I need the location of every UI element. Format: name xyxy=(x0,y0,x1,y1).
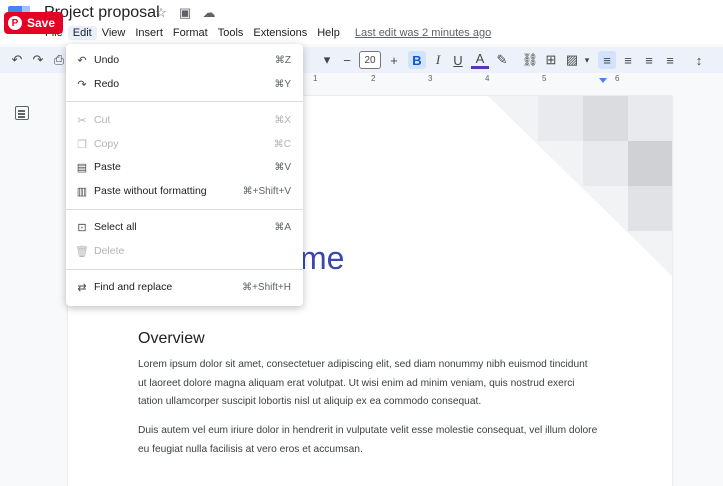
justify-icon[interactable]: ≡ xyxy=(661,51,679,69)
folder-move-icon[interactable]: ▣ xyxy=(178,5,192,21)
menu-item-shortcut: ⌘Y xyxy=(274,78,291,90)
menu-item-label: Cut xyxy=(94,114,111,126)
align-left-icon[interactable]: ≡ xyxy=(598,51,616,69)
menu-divider xyxy=(66,209,303,210)
document-outline-icon[interactable] xyxy=(15,106,29,120)
menu-item-paste-without-formatting[interactable]: ▥ Paste without formatting ⌘+Shift+V xyxy=(66,180,303,202)
menu-format[interactable]: Format xyxy=(168,26,213,40)
increase-font-size-button[interactable]: + xyxy=(385,51,403,69)
menu-item-label: Redo xyxy=(94,78,120,90)
menu-item-undo[interactable]: ↶ Undo ⌘Z xyxy=(66,49,303,71)
trash-icon: 🗑 xyxy=(75,245,89,258)
menu-item-shortcut: ⌘A xyxy=(274,221,291,233)
align-right-icon[interactable]: ≡ xyxy=(640,51,658,69)
paragraph-1: Lorem ipsum dolor sit amet, consectetuer… xyxy=(138,359,588,407)
menu-extensions[interactable]: Extensions xyxy=(248,26,312,40)
menu-item-shortcut: ⌘+Shift+H xyxy=(242,281,291,293)
menu-item-label: Paste xyxy=(94,161,121,173)
scissors-icon: ✂ xyxy=(77,114,87,127)
image-dropdown-icon[interactable]: ▾ xyxy=(578,51,596,69)
comment-icon[interactable]: ⊞ xyxy=(542,51,560,69)
ruler-tick: 2 xyxy=(371,74,376,83)
copy-icon: ❐ xyxy=(77,138,87,151)
menu-item-paste[interactable]: ▤ Paste ⌘V xyxy=(66,156,303,178)
save-label: Save xyxy=(27,16,56,30)
menu-item-redo[interactable]: ↷ Redo ⌘Y xyxy=(66,73,303,95)
redo-icon: ↷ xyxy=(77,78,87,91)
menu-item-label: Copy xyxy=(94,138,119,150)
clipboard-icon: ▤ xyxy=(76,161,88,174)
menu-item-label: Paste without formatting xyxy=(94,185,207,197)
align-center-icon[interactable]: ≡ xyxy=(619,51,637,69)
overview-heading: Overview xyxy=(138,330,205,347)
highlight-icon[interactable]: ✎ xyxy=(493,51,511,69)
menu-item-label: Delete xyxy=(94,245,125,257)
paragraph-2: Duis autem vel eum iriure dolor in hendr… xyxy=(138,425,598,455)
menu-item-find-and-replace[interactable]: ⇄ Find and replace ⌘+Shift+H xyxy=(66,276,303,298)
font-dropdown-icon[interactable]: ▾ xyxy=(318,51,336,69)
link-icon[interactable]: ⛓ xyxy=(521,51,539,69)
clipboard-plain-icon: ▥ xyxy=(76,185,88,198)
menu-divider xyxy=(66,101,303,102)
menu-item-delete: 🗑 Delete xyxy=(66,240,303,262)
app-header: Project proposal ☆ ▣ ☁ P Save File Edit … xyxy=(0,0,723,44)
bold-button[interactable]: B xyxy=(408,51,426,69)
redo-icon[interactable]: ↷ xyxy=(29,51,47,69)
menu-item-label: Find and replace xyxy=(94,281,173,293)
menu-divider xyxy=(66,269,303,270)
menu-item-label: Undo xyxy=(94,54,120,66)
menu-tools[interactable]: Tools xyxy=(213,26,249,40)
heading-name-fragment: me xyxy=(300,240,345,276)
right-indent-marker[interactable] xyxy=(599,78,607,83)
decrease-font-size-button[interactable]: − xyxy=(338,51,356,69)
menu-item-shortcut: ⌘C xyxy=(273,138,291,150)
menu-item-shortcut: ⌘V xyxy=(274,161,291,173)
menu-item-shortcut: ⌘Z xyxy=(274,54,291,66)
font-size-input[interactable]: 20 xyxy=(359,51,381,69)
pinterest-save-button[interactable]: P Save xyxy=(4,12,64,34)
text-color-button[interactable]: A xyxy=(471,51,489,69)
undo-icon[interactable]: ↶ xyxy=(8,51,26,69)
menu-item-cut: ✂ Cut ⌘X xyxy=(66,109,303,131)
menu-item-shortcut: ⌘X xyxy=(274,114,291,126)
ruler-tick: 6 xyxy=(615,74,620,83)
ruler-tick: 5 xyxy=(542,74,547,83)
star-icon[interactable]: ☆ xyxy=(154,5,168,21)
ruler-tick: 4 xyxy=(485,74,490,83)
cloud-status-icon[interactable]: ☁ xyxy=(202,5,216,21)
menubar: File Edit View Insert Format Tools Exten… xyxy=(40,26,491,40)
menu-item-shortcut: ⌘+Shift+V xyxy=(242,185,291,197)
font-size-wrapper: 20 xyxy=(359,51,381,69)
last-edit-link[interactable]: Last edit was 2 minutes ago xyxy=(355,26,491,40)
undo-icon: ↶ xyxy=(77,54,87,67)
italic-button[interactable]: I xyxy=(429,51,447,69)
edit-menu: ↶ Undo ⌘Z ↷ Redo ⌘Y ✂ Cut ⌘X ❐ Copy ⌘C ▤… xyxy=(66,44,303,306)
menu-help[interactable]: Help xyxy=(312,26,345,40)
underline-button[interactable]: U xyxy=(449,51,467,69)
pinterest-icon: P xyxy=(8,16,22,30)
menu-insert[interactable]: Insert xyxy=(130,26,168,40)
menu-item-copy: ❐ Copy ⌘C xyxy=(66,133,303,155)
line-spacing-icon[interactable]: ↕ xyxy=(690,51,708,69)
menu-edit[interactable]: Edit xyxy=(67,26,97,40)
ruler-tick: 3 xyxy=(428,74,433,83)
ruler: 1 2 3 4 5 6 xyxy=(305,74,723,84)
ruler-tick: 1 xyxy=(313,74,318,83)
select-all-icon: ⊡ xyxy=(77,221,87,234)
menu-item-select-all[interactable]: ⊡ Select all ⌘A xyxy=(66,216,303,238)
title-actions: ☆ ▣ ☁ xyxy=(154,5,216,21)
menu-item-label: Select all xyxy=(94,221,137,233)
menu-view[interactable]: View xyxy=(97,26,131,40)
find-replace-icon: ⇄ xyxy=(77,281,87,294)
decorative-pattern xyxy=(488,96,672,276)
